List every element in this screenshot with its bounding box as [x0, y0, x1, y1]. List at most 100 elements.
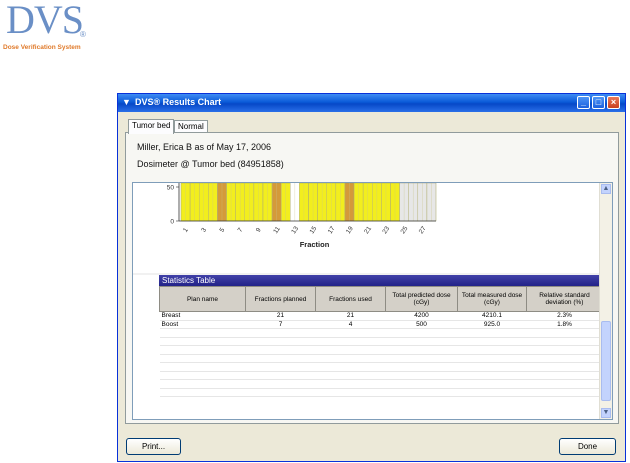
table-cell: 925.0: [457, 320, 527, 329]
table-row[interactable]: Breast 21 21 4200 4210.1 2.3%: [159, 311, 603, 321]
title-bar[interactable]: ▼ DVS® Results Chart _ □ ×: [118, 94, 625, 112]
column-header: Fractions used: [315, 286, 386, 312]
empty-table-row: [159, 345, 603, 355]
table-cell: [159, 362, 246, 372]
table-cell: [526, 379, 603, 389]
results-scroll-area[interactable]: 0 50 1 3 5 7 9 11 13 15 17 19 21 23 25 27 Fraction Stati…: [132, 182, 613, 420]
table-cell: [245, 362, 316, 372]
vertical-scrollbar[interactable]: ▲ ▼: [599, 183, 612, 419]
table-cell: [159, 345, 246, 355]
table-cell: [457, 371, 527, 380]
table-cell: [245, 337, 316, 346]
table-cell: Boost: [159, 320, 246, 329]
done-button[interactable]: Done: [559, 438, 616, 455]
scrollbar-thumb[interactable]: [601, 321, 611, 401]
table-cell: [526, 337, 603, 346]
dose-bar-chart: 0501 3 5 7 9 11 13 15 17 19 21 23 25 27Fraction: [133, 183, 602, 275]
x-tick-label: 27: [418, 225, 428, 235]
app-icon: ▼: [122, 97, 131, 107]
x-tick-label: 9: [255, 226, 263, 233]
table-cell: [245, 379, 316, 389]
table-cell: [245, 371, 316, 380]
column-header: Plan name: [159, 286, 246, 312]
table-cell: 21: [315, 311, 386, 321]
table-cell: [526, 371, 603, 380]
table-cell: [159, 371, 246, 380]
table-cell: [315, 371, 386, 380]
x-tick-label: 15: [309, 225, 319, 235]
table-cell: [315, 379, 386, 389]
window-title: DVS® Results Chart: [135, 97, 222, 107]
minimize-button[interactable]: _: [577, 96, 590, 109]
x-axis-label: Fraction: [300, 240, 330, 249]
column-header: Total predicted dose (cGy): [385, 286, 458, 312]
y-tick-label: 50: [167, 185, 175, 192]
empty-table-row: [159, 337, 603, 346]
empty-table-row: [159, 362, 603, 372]
table-cell: [526, 362, 603, 372]
table-cell: [526, 345, 603, 355]
logo-tagline: Dose Verification System: [3, 44, 81, 51]
table-cell: [385, 354, 458, 363]
table-cell: [457, 388, 527, 397]
table-cell: [385, 388, 458, 397]
x-tick-label: 3: [200, 226, 208, 233]
table-cell: [245, 345, 316, 355]
x-tick-label: 17: [327, 225, 337, 235]
table-cell: Breast: [159, 311, 246, 321]
scroll-down-arrow-icon[interactable]: ▼: [601, 408, 611, 418]
table-cell: [457, 354, 527, 363]
table-cell: 2.3%: [526, 311, 603, 321]
empty-table-row: [159, 371, 603, 380]
table-cell: [159, 388, 246, 397]
x-tick-label: 1: [182, 226, 190, 233]
table-cell: [385, 345, 458, 355]
column-header: Relative standard deviation (%): [526, 286, 603, 312]
table-cell: [245, 388, 316, 397]
table-cell: [457, 328, 527, 338]
results-chart-window: ▼ DVS® Results Chart _ □ × Tumor bed Nor…: [117, 93, 626, 462]
logo-wordmark: DVS: [6, 0, 84, 42]
statistics-table: Plan name Fractions planned Fractions used…: [159, 286, 603, 397]
x-tick-label: 23: [381, 225, 391, 235]
y-tick-label: 0: [170, 219, 174, 226]
table-cell: 4200: [385, 311, 458, 321]
table-cell: [385, 328, 458, 338]
empty-table-row: [159, 388, 603, 397]
table-cell: [315, 354, 386, 363]
table-cell: [159, 337, 246, 346]
table-cell: [457, 379, 527, 389]
x-tick-label: 25: [400, 225, 410, 235]
x-tick-label: 7: [237, 226, 245, 233]
table-cell: [457, 345, 527, 355]
table-cell: 4210.1: [457, 311, 527, 321]
table-cell: [457, 362, 527, 372]
table-cell: [526, 354, 603, 363]
close-button[interactable]: ×: [607, 96, 620, 109]
patient-line: Miller, Erica B as of May 17, 2006: [137, 142, 272, 152]
table-row[interactable]: Boost 7 4 500 925.0 1.8%: [159, 320, 603, 329]
table-cell: [159, 328, 246, 338]
table-cell: [159, 379, 246, 389]
logo-registered-mark: ®: [80, 30, 86, 39]
x-tick-label: 21: [363, 225, 373, 235]
table-cell: [315, 328, 386, 338]
x-tick-label: 11: [272, 225, 282, 235]
table-cell: 4: [315, 320, 386, 329]
table-cell: 500: [385, 320, 458, 329]
table-cell: [245, 328, 316, 338]
tab-tumor-bed[interactable]: Tumor bed: [128, 119, 175, 134]
table-cell: [526, 328, 603, 338]
table-cell: [385, 337, 458, 346]
scroll-up-arrow-icon[interactable]: ▲: [601, 184, 611, 194]
maximize-button[interactable]: □: [592, 96, 605, 109]
table-cell: [457, 337, 527, 346]
dosimeter-line: Dosimeter @ Tumor bed (84951858): [137, 159, 284, 169]
table-cell: 21: [245, 311, 316, 321]
empty-table-row: [159, 328, 603, 338]
statistics-table-title: Statistics Table: [159, 275, 602, 286]
table-cell: [526, 388, 603, 397]
table-cell: [159, 354, 246, 363]
table-cell: 7: [245, 320, 316, 329]
print-button[interactable]: Print...: [126, 438, 181, 455]
